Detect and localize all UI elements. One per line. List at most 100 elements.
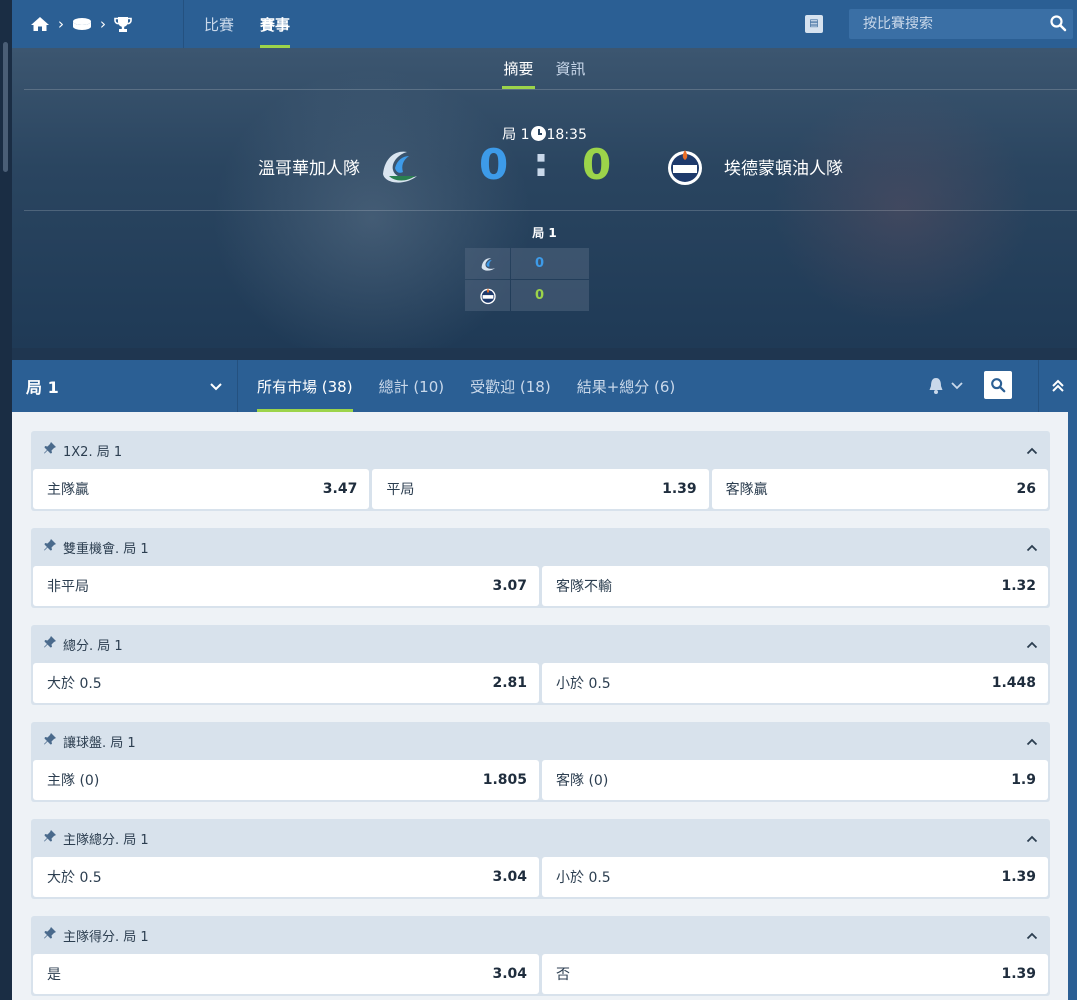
selection-row: 大於 0.5 3.04 小於 0.5 1.39 [31,857,1050,899]
oilers-logo-icon [665,147,705,191]
odds-value: 3.47 [322,481,358,497]
match-scoreboard: 摘要 資訊 局 1 18:35 溫哥華加人隊 0 : 0 埃德蒙頓油人隊 局 1 … [12,48,1077,348]
odds-value: 1.39 [1001,966,1036,982]
selection-button[interactable]: 大於 0.5 2.81 [33,663,539,703]
selection-button[interactable]: 客隊贏 26 [711,469,1048,509]
statistics-icon[interactable]: ▤ [805,15,823,33]
odds-value: 1.39 [1001,869,1036,885]
odds-value: 3.04 [492,869,527,885]
collapse-all-button[interactable] [1038,360,1077,412]
home-icon[interactable] [30,16,50,32]
tab-all-markets[interactable]: 所有市場 (38) [257,360,353,412]
market-header[interactable]: 雙重機會. 局 1 [31,528,1050,566]
clock-icon [530,126,546,141]
selection-button[interactable]: 非平局 3.07 [33,566,539,606]
search-icon[interactable] [1049,14,1067,36]
selection-row: 非平局 3.07 客隊不輸 1.32 [31,566,1050,608]
odds-value: 3.07 [492,578,527,594]
pin-icon[interactable] [43,732,57,750]
content-scrollbar[interactable] [1068,412,1077,1000]
selection-label: 小於 0.5 [556,676,611,692]
chevron-up-icon[interactable] [1026,735,1038,750]
chevron-up-icon[interactable] [1026,541,1038,556]
hockey-puck-icon[interactable] [72,17,92,31]
tab-totals[interactable]: 總計 (10) [379,360,445,412]
pin-icon[interactable] [43,538,57,556]
selection-button[interactable]: 小於 0.5 1.448 [542,663,1048,703]
divider [24,89,1077,90]
selection-label: 大於 0.5 [47,870,102,886]
canucks-logo-icon [377,146,421,190]
market-header[interactable]: 主隊得分. 局 1 [31,916,1050,954]
market-title: 1X2. 局 1 [63,444,123,460]
period-dropdown-value: 局 1 [26,378,59,397]
home-team-name: 溫哥華加人隊 [258,159,360,179]
pin-icon[interactable] [43,441,57,459]
top-nav: › › 比賽 賽事 ▤ [12,0,1077,48]
tab-event[interactable]: 賽事 [260,0,291,48]
search-input[interactable] [849,16,1039,32]
chevron-up-icon[interactable] [1026,929,1038,944]
selection-button[interactable]: 平局 1.39 [372,469,709,509]
left-scrollbar[interactable] [0,0,12,1000]
odds-value: 26 [1016,481,1036,497]
match-search[interactable] [849,9,1073,39]
chevron-up-icon[interactable] [1026,444,1038,459]
market-card: 總分. 局 1 大於 0.5 2.81 小於 0.5 1.448 [31,625,1050,705]
period-dropdown[interactable]: 局 1 [12,360,238,412]
market-title: 主隊總分. 局 1 [63,832,149,848]
selection-label: 客隊不輸 [556,579,612,595]
market-title: 讓球盤. 局 1 [63,735,136,751]
tab-popular[interactable]: 受歡迎 (18) [470,360,551,412]
score-separator: : [533,140,549,186]
period-score-table: 0 0 [465,248,589,312]
market-header[interactable]: 讓球盤. 局 1 [31,722,1050,760]
scrollbar-thumb[interactable] [3,42,8,172]
markets-list: 1X2. 局 1 主隊贏 3.47 平局 1.39 客隊贏 26 雙重機會. 局 1 … [12,412,1068,1000]
canucks-logo-icon [465,248,510,279]
market-header[interactable]: 1X2. 局 1 [31,431,1050,469]
odds-value: 1.448 [991,675,1036,691]
chevron-up-icon[interactable] [1026,638,1038,653]
pin-icon[interactable] [43,926,57,944]
pin-icon[interactable] [43,635,57,653]
selection-button[interactable]: 大於 0.5 3.04 [33,857,539,897]
selection-button[interactable]: 客隊 (0) 1.9 [542,760,1048,800]
tab-summary[interactable]: 摘要 [502,48,535,89]
tab-matches[interactable]: 比賽 [204,0,234,48]
odds-value: 1.32 [1001,578,1036,594]
selection-button[interactable]: 主隊 (0) 1.805 [33,760,539,800]
selection-button[interactable]: 小於 0.5 1.39 [542,857,1048,897]
chevron-up-icon[interactable] [1026,832,1038,847]
market-card: 1X2. 局 1 主隊贏 3.47 平局 1.39 客隊贏 26 [31,431,1050,511]
odds-value: 3.04 [492,966,527,982]
away-score: 0 [582,140,612,189]
period-score-row-home: 0 [465,248,589,279]
selection-button[interactable]: 主隊贏 3.47 [33,469,370,509]
breadcrumb: › › [12,0,184,48]
game-time: 18:35 [546,127,587,143]
selection-button[interactable]: 否 1.39 [542,954,1048,994]
selection-label: 是 [47,967,61,983]
tab-info[interactable]: 資訊 [556,48,586,89]
search-icon [991,378,1006,393]
market-header[interactable]: 總分. 局 1 [31,625,1050,663]
trophy-icon[interactable] [114,16,132,33]
selection-row: 大於 0.5 2.81 小於 0.5 1.448 [31,663,1050,705]
scoreboard-tabs: 摘要 資訊 [12,48,1077,89]
market-header[interactable]: 主隊總分. 局 1 [31,819,1050,857]
oilers-logo-icon [465,280,510,311]
market-search-button[interactable] [984,371,1012,399]
double-chevron-up-icon [1052,379,1064,392]
selection-label: 小於 0.5 [556,870,611,886]
selection-label: 客隊 (0) [556,773,609,789]
pin-icon[interactable] [43,829,57,847]
selection-button[interactable]: 是 3.04 [33,954,539,994]
notification-bell-icon[interactable] [928,376,966,400]
chevron-right-icon: › [100,15,106,33]
tab-result-totals[interactable]: 結果+總分 (6) [577,360,676,412]
selection-label: 大於 0.5 [47,676,102,692]
market-card: 讓球盤. 局 1 主隊 (0) 1.805 客隊 (0) 1.9 [31,722,1050,802]
selection-button[interactable]: 客隊不輸 1.32 [542,566,1048,606]
home-period-score: 0 [511,248,589,279]
